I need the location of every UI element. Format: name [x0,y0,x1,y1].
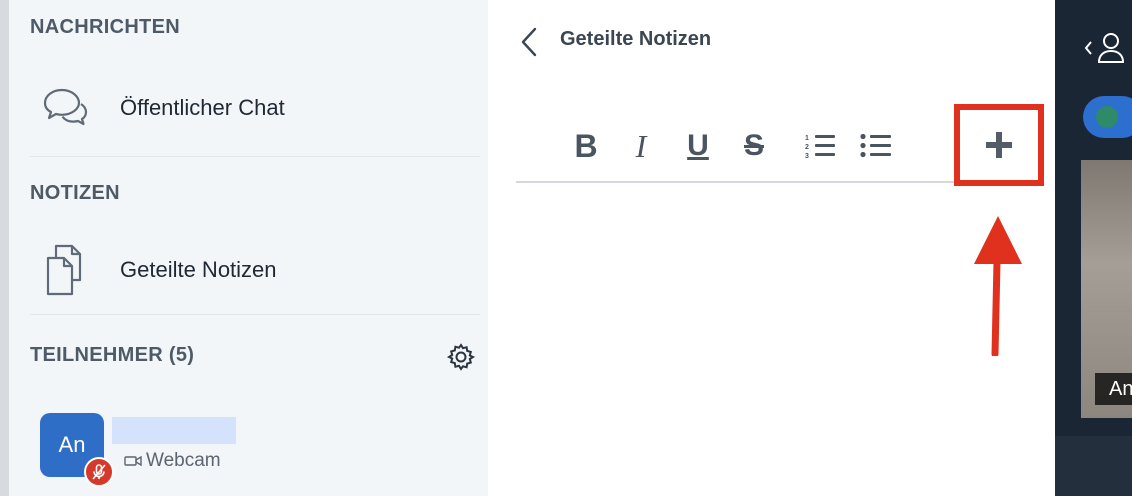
participant-row[interactable]: An Webcam [40,413,460,487]
section-title-messages: NACHRICHTEN [30,16,180,38]
bold-button[interactable]: B [566,126,606,166]
gear-icon[interactable] [446,342,476,372]
chat-icon [34,78,94,138]
unordered-list-button[interactable] [856,126,896,166]
user-icon[interactable] [1083,28,1132,68]
sidebar-item-label: Geteilte Notizen [120,257,277,282]
sidebar-item-label: Öffentlicher Chat [120,95,285,120]
svg-text:1: 1 [805,135,809,142]
svg-text:3: 3 [805,153,809,160]
editor-toolbar: B I U S 1 2 3 [516,118,956,178]
strikethrough-button[interactable]: S [734,126,774,166]
audio-toggle[interactable] [1083,96,1132,138]
underline-button[interactable]: U [678,126,718,166]
section-title-notes: NOTIZEN [30,182,120,204]
webcam-label: Webcam [146,450,221,471]
sidebar-item-public-chat[interactable]: Öffentlicher Chat [30,78,470,138]
video-panel-footer [1055,436,1132,496]
ordered-list-button[interactable]: 1 2 3 [800,126,840,166]
plus-icon [986,132,1012,158]
video-tile-label: An [1095,373,1132,405]
microphone-muted-icon [84,457,114,487]
italic-button[interactable]: I [621,126,661,166]
unordered-list-icon [860,133,891,158]
svg-text:2: 2 [805,144,809,151]
sidebar: NACHRICHTEN Öffentlicher Chat NOTIZEN Ge… [0,0,488,496]
divider [30,314,480,315]
participant-status: Webcam [124,450,221,472]
participant-name [112,417,236,444]
ordered-list-icon: 1 2 3 [805,135,835,160]
toolbar-divider [516,181,956,183]
insert-button[interactable] [954,104,1044,186]
section-title-participants: TEILNEHMER (5) [30,344,195,366]
status-indicator [1096,106,1118,128]
shared-notes-panel: Geteilte Notizen B I U S 1 2 3 [488,0,1055,496]
page-title: Geteilte Notizen [560,28,712,50]
video-panel: An [1055,0,1132,496]
arrow-up-icon [974,216,1022,356]
notes-icon [34,240,94,300]
sidebar-item-shared-notes[interactable]: Geteilte Notizen [30,240,470,300]
sidebar-edge [0,0,9,496]
divider [30,156,480,157]
webcam-icon [124,455,142,467]
back-chevron-icon[interactable] [518,26,542,58]
